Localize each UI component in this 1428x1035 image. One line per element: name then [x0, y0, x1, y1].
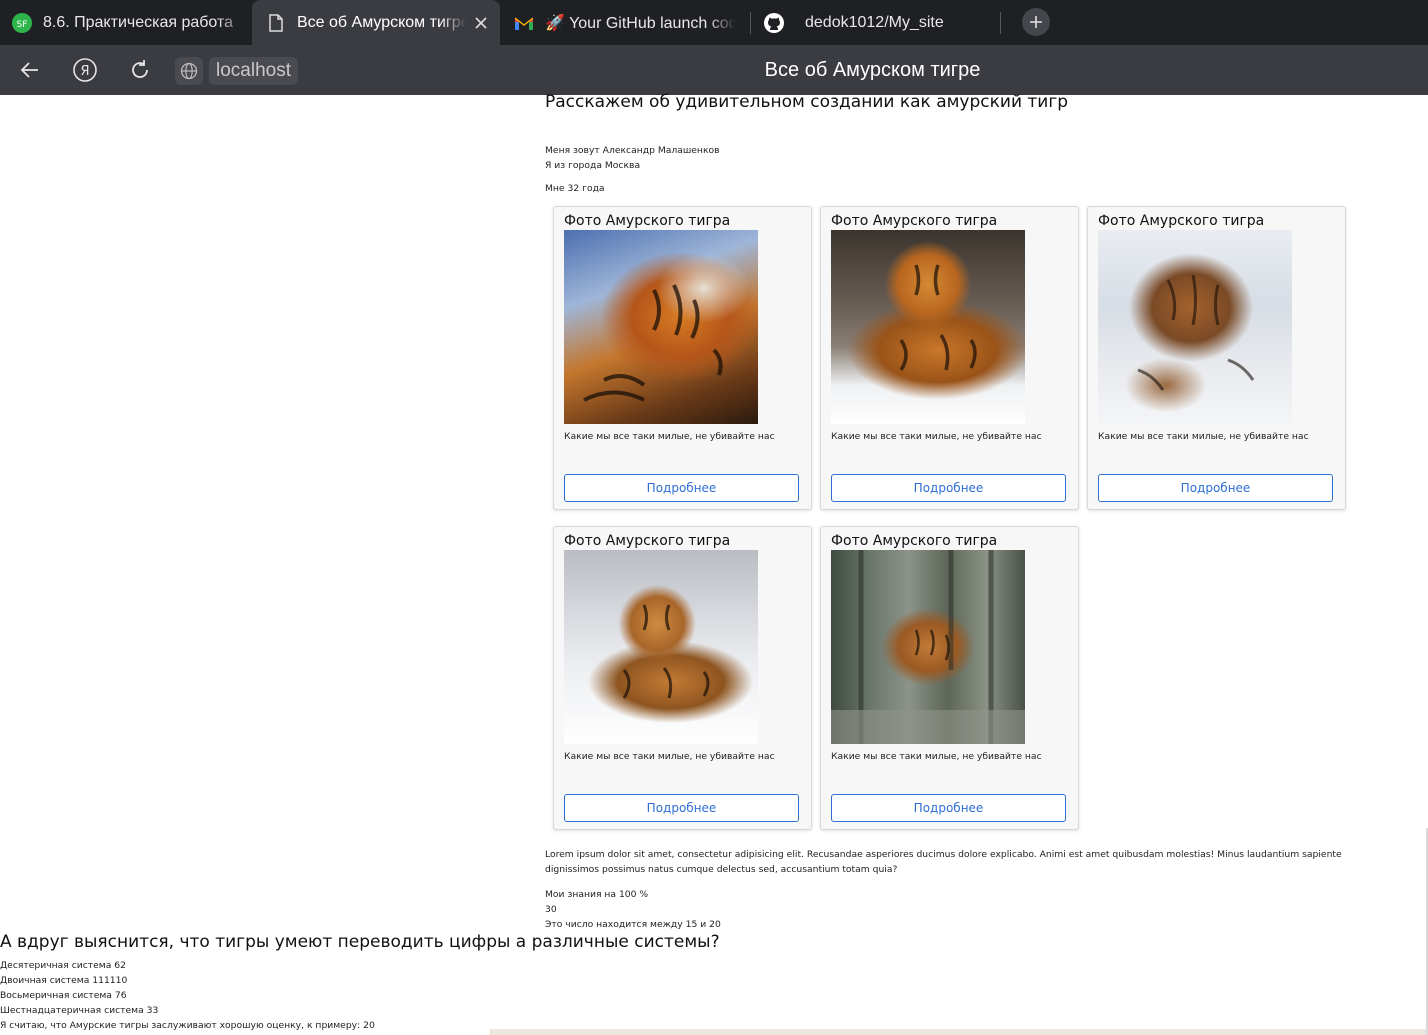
card-title: Фото Амурского тигра — [1098, 213, 1265, 229]
author-age: Мне 32 года — [545, 183, 605, 194]
details-button[interactable]: Подробнее — [831, 794, 1066, 822]
author-city: Я из города Москва — [545, 160, 641, 171]
intro-heading: Расскажем об удивительном создании как а… — [545, 92, 1069, 112]
card-title: Фото Амурского тигра — [564, 213, 731, 229]
tiger-card: Фото Амурского тигра Какие мы все таки м… — [1087, 206, 1346, 510]
tab-label: 🚀 Your GitHub launch code — [545, 14, 736, 32]
lorem-paragraph: Lorem ipsum dolor sit amet, consectetur … — [545, 849, 1342, 875]
tab-gmail[interactable]: 🚀 Your GitHub launch code — [514, 0, 736, 45]
tiger-photo — [831, 550, 1025, 744]
tiger-stripes — [583, 284, 723, 402]
details-button[interactable]: Подробнее — [564, 794, 799, 822]
tiger-card: Фото Амурского тигра Какие мы все таки м… — [820, 206, 1079, 510]
author-name: Меня зовут Александр Малашенков — [545, 145, 720, 156]
card-text: Какие мы все таки милые, не убивайте нас — [564, 431, 775, 442]
author-info: Меня зовут Александр Малашенков Я из гор… — [545, 143, 720, 173]
tiger-photo — [564, 230, 758, 424]
page-title: Все об Амурском тигре — [764, 59, 981, 81]
tiger-card: Фото Амурского тигра Какие мы все таки м… — [820, 526, 1079, 830]
octal-line: Восьмеричная система 76 — [0, 990, 127, 1001]
svg-text:SF: SF — [17, 20, 28, 30]
tiger-forest — [831, 550, 1025, 744]
close-tab-icon[interactable] — [474, 16, 488, 30]
page-icon — [266, 13, 286, 33]
tiger-stripes — [622, 604, 710, 699]
number-line: 30 — [545, 904, 557, 915]
tab-practical-work[interactable]: SF 8.6. Практическая работа — [12, 0, 248, 45]
systems-heading: А вдруг выяснится, что тигры умеют перев… — [0, 932, 720, 952]
details-button[interactable]: Подробнее — [1098, 474, 1333, 502]
tab-separator — [1000, 12, 1001, 34]
bottom-strip — [490, 1029, 1428, 1035]
details-button[interactable]: Подробнее — [831, 474, 1066, 502]
details-button[interactable]: Подробнее — [564, 474, 799, 502]
tab-amur-tiger[interactable]: Все об Амурском тигре — [252, 0, 500, 45]
tab-separator — [750, 12, 751, 34]
card-title: Фото Амурского тигра — [831, 533, 998, 549]
hex-line: Шестнадцатеричная система 33 — [0, 1005, 159, 1016]
tiger-card: Фото Амурского тигра Какие мы все таки м… — [553, 206, 812, 510]
tiger-photo — [1098, 230, 1292, 424]
card-title: Фото Амурского тигра — [831, 213, 998, 229]
card-text: Какие мы все таки милые, не убивайте нас — [831, 431, 1042, 442]
range-line: Это число находится между 15 и 20 — [545, 919, 721, 930]
gmail-icon — [514, 13, 534, 33]
new-tab-button[interactable] — [1022, 8, 1050, 36]
browser-toolbar: Я localhost Все об Амурском тигре — [0, 45, 1428, 95]
card-title: Фото Амурского тигра — [564, 533, 731, 549]
number-systems: Десятеричная система 62 Двоичная система… — [0, 958, 375, 1033]
tiger-stripes — [899, 264, 977, 371]
tiger-photo — [564, 550, 758, 744]
plus-icon — [1030, 16, 1042, 28]
card-text: Какие мы все таки милые, не убивайте нас — [831, 751, 1042, 762]
tab-label: Все об Амурском тигре — [297, 13, 466, 31]
tiger-stripes — [1137, 274, 1255, 391]
decimal-line: Десятеричная система 62 — [0, 960, 126, 971]
tab-label: 8.6. Практическая работа — [43, 13, 234, 31]
sf-icon: SF — [12, 12, 32, 33]
knowledge-block: Мои знания на 100 % 30 Это число находит… — [545, 887, 721, 932]
rating-line: Я считаю, что Амурские тигры заслуживают… — [0, 1020, 375, 1031]
tab-bar: SF 8.6. Практическая работа Все об Амурс… — [0, 0, 1428, 45]
tiger-card: Фото Амурского тигра Какие мы все таки м… — [553, 526, 812, 830]
knowledge-line: Мои знания на 100 % — [545, 889, 649, 900]
card-text: Какие мы все таки милые, не убивайте нас — [1098, 431, 1309, 442]
github-icon — [764, 12, 784, 33]
tab-label: dedok1012/My_site — [805, 13, 944, 31]
tab-github[interactable]: dedok1012/My_site — [764, 0, 994, 45]
card-text: Какие мы все таки милые, не убивайте нас — [564, 751, 775, 762]
binary-line: Двоичная система 111110 — [0, 975, 128, 986]
tiger-photo — [831, 230, 1025, 424]
